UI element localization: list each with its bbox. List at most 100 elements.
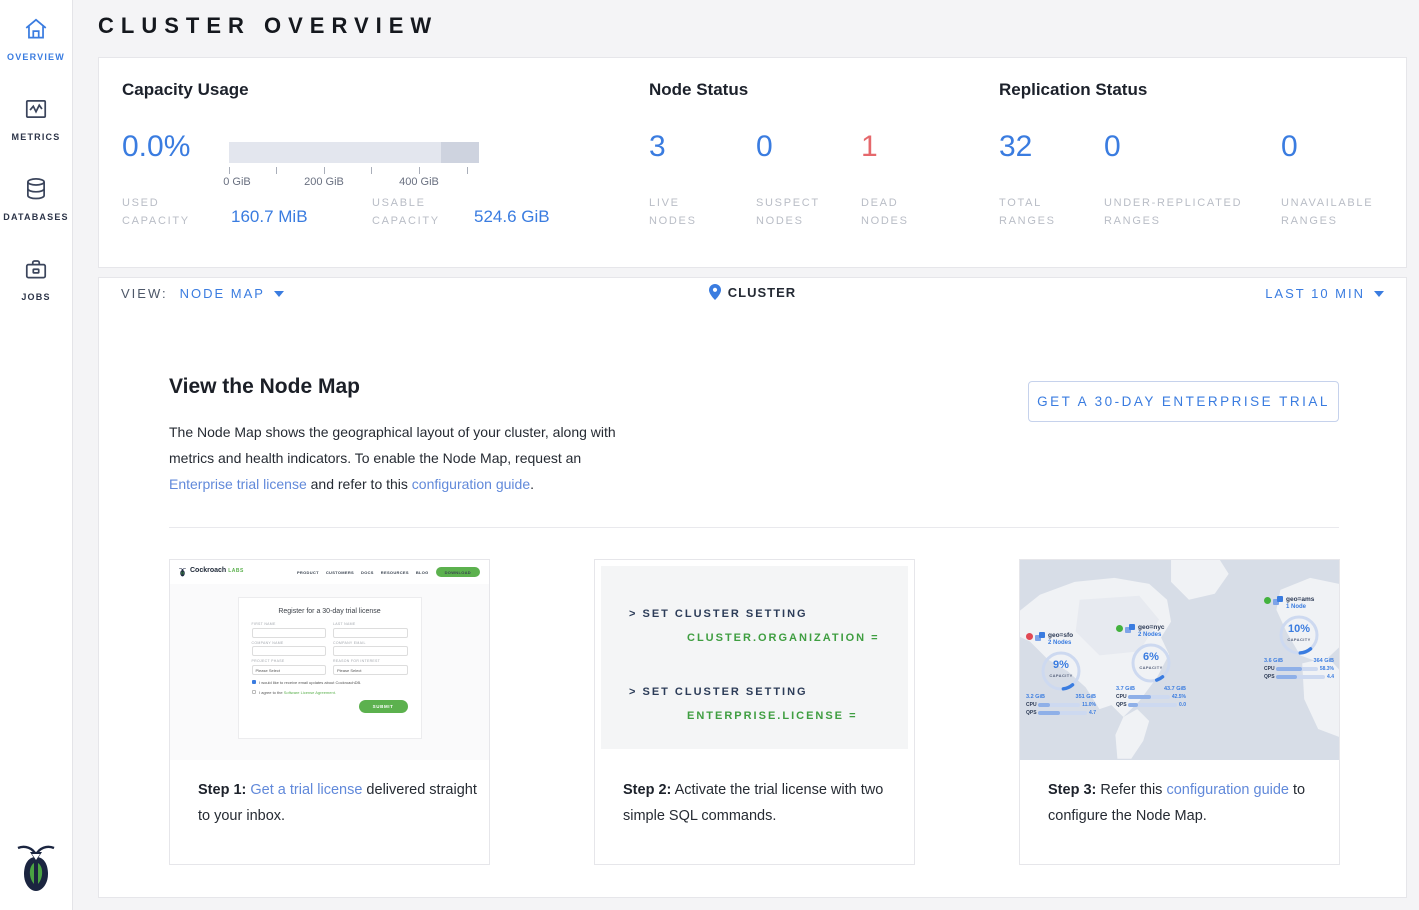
mini-checkbox-checked	[252, 680, 257, 685]
location-pin-icon	[709, 284, 721, 300]
sidebar-item-label: METRICS	[0, 132, 72, 142]
sql-commands-block: > SET CLUSTER SETTING CLUSTER.ORGANIZATI…	[601, 566, 908, 749]
mini-nav-item: CUSTOMERS	[326, 570, 354, 575]
configuration-guide-link[interactable]: configuration guide	[412, 476, 530, 492]
dead-nodes-count: 1	[861, 130, 878, 164]
tick-label: 0 GiB	[213, 176, 261, 188]
mini-nav-item: DOCS	[361, 570, 374, 575]
metrics-chart-icon	[23, 109, 49, 126]
capacity-bar: 0 GiB 200 GiB 400 GiB	[229, 142, 479, 190]
step-1-card: Cockroach LABS PRODUCT CUSTOMERS DOCS RE…	[169, 559, 490, 865]
sidebar-item-jobs[interactable]: JOBS	[0, 256, 72, 302]
mini-input	[333, 628, 408, 638]
section-divider	[169, 527, 1339, 528]
usable-capacity-label: USABLECAPACITY	[372, 194, 440, 230]
step-3-caption: Step 3: Refer this configuration guide t…	[1020, 760, 1339, 829]
mini-input	[252, 646, 327, 656]
status-dot-live-icon	[1116, 625, 1123, 632]
mini-select: Please Select	[333, 665, 408, 675]
tick-label: 200 GiB	[300, 176, 348, 188]
mini-checkbox	[252, 690, 257, 695]
dead-nodes-label: DEADNODES	[861, 194, 909, 230]
mini-input	[252, 628, 327, 638]
cockroach-bug-icon	[179, 567, 186, 577]
mini-nav-item: PRODUCT	[297, 570, 319, 575]
home-icon	[23, 29, 49, 46]
mini-input	[333, 646, 408, 656]
sidebar-item-databases[interactable]: DATABASES	[0, 176, 72, 222]
replication-status-title: Replication Status	[999, 80, 1147, 100]
capacity-used-percent: 0.0%	[122, 130, 190, 164]
enterprise-trial-license-link[interactable]: Enterprise trial license	[169, 476, 307, 492]
mini-trial-form: Register for a 30-day trial license FIRS…	[238, 597, 422, 739]
capacity-bar-track	[229, 142, 479, 163]
sidebar-item-metrics[interactable]: METRICS	[0, 96, 72, 142]
total-ranges-count: 32	[999, 130, 1032, 164]
sidebar: OVERVIEW METRICS DATABASES JOBS	[0, 0, 73, 910]
page-title: CLUSTER OVERVIEW	[98, 13, 438, 39]
mini-submit-button: SUBMIT	[359, 700, 408, 713]
capacity-gauge: 6% CAPACITY	[1129, 641, 1173, 685]
usable-capacity-value: 524.6 GiB	[474, 207, 550, 227]
sql-argument: ENTERPRISE.LICENSE =	[687, 710, 858, 722]
nodes-cube-icon	[1125, 624, 1136, 634]
used-capacity-label: USEDCAPACITY	[122, 194, 190, 230]
mini-site-brand: Cockroach LABS	[179, 567, 244, 577]
node-map-thumbnail: geo=sfo 2 Nodes 9% CAPACITY 3.2 GiB351 G…	[1020, 560, 1339, 760]
sidebar-item-label: JOBS	[0, 292, 72, 302]
locality-nyc: geo=nyc 2 Nodes 6% CAPACITY 3.7 GiB43.7 …	[1116, 624, 1186, 708]
view-bar: VIEW: NODE MAP CLUSTER LAST 10 MIN	[98, 277, 1407, 310]
total-ranges-label: TOTALRANGES	[999, 194, 1056, 230]
status-dot-dead-icon	[1026, 633, 1033, 640]
tick-label: 400 GiB	[395, 176, 443, 188]
enterprise-trial-button[interactable]: GET A 30-DAY ENTERPRISE TRIAL	[1028, 381, 1339, 422]
step-1-caption: Step 1: Get a trial license delivered st…	[170, 760, 489, 829]
capacity-axis-ticks	[229, 166, 479, 175]
unavailable-ranges-count: 0	[1281, 130, 1298, 164]
live-nodes-count: 3	[649, 130, 666, 164]
status-dot-live-icon	[1264, 597, 1271, 604]
suspect-nodes-count: 0	[756, 130, 773, 164]
cluster-summary-panel: Capacity Usage 0.0% 0 GiB 200 GiB 400 Gi…	[98, 57, 1407, 268]
database-icon	[23, 189, 49, 206]
sql-argument: CLUSTER.ORGANIZATION =	[687, 632, 880, 644]
capacity-bar-reserved-segment	[441, 142, 479, 163]
step-2-caption: Step 2: Activate the trial license with …	[595, 760, 914, 829]
get-trial-license-link[interactable]: Get a trial license	[250, 782, 362, 798]
mini-nav-item: RESOURCES	[381, 570, 409, 575]
capacity-gauge: 10% CAPACITY	[1277, 613, 1321, 657]
sql-command: > SET CLUSTER SETTING	[629, 608, 808, 620]
live-nodes-label: LIVENODES	[649, 194, 697, 230]
node-status-title: Node Status	[649, 80, 748, 100]
scope-indicator: CLUSTER	[99, 284, 1406, 303]
mini-select: Please Select	[252, 665, 327, 675]
step-3-card: geo=sfo 2 Nodes 9% CAPACITY 3.2 GiB351 G…	[1019, 559, 1340, 865]
step-2-card: > SET CLUSTER SETTING CLUSTER.ORGANIZATI…	[594, 559, 915, 865]
nodes-cube-icon	[1035, 632, 1046, 642]
sidebar-item-overview[interactable]: OVERVIEW	[0, 16, 72, 62]
sidebar-item-label: OVERVIEW	[0, 52, 72, 62]
node-map-description: The Node Map shows the geographical layo…	[169, 419, 631, 497]
mini-download-button: DOWNLOAD	[436, 567, 480, 577]
locality-ams: geo=ams 1 Node 10% CAPACITY 3.6 GiB364 G…	[1264, 596, 1334, 680]
used-capacity-value: 160.7 MiB	[231, 207, 308, 227]
briefcase-icon	[23, 269, 49, 286]
configuration-guide-link[interactable]: configuration guide	[1166, 782, 1289, 798]
capacity-gauge: 9% CAPACITY	[1039, 649, 1083, 693]
website-thumbnail: Cockroach LABS PRODUCT CUSTOMERS DOCS RE…	[170, 560, 489, 760]
mini-site-nav: Cockroach LABS PRODUCT CUSTOMERS DOCS RE…	[170, 560, 489, 584]
unavailable-ranges-label: UNAVAILABLERANGES	[1281, 194, 1411, 230]
suspect-nodes-label: SUSPECTNODES	[756, 194, 820, 230]
mini-nav-item: BLOG	[416, 570, 429, 575]
node-map-panel: View the Node Map The Node Map shows the…	[98, 309, 1407, 898]
capacity-usage-title: Capacity Usage	[122, 80, 249, 100]
under-replicated-ranges-count: 0	[1104, 130, 1121, 164]
sidebar-item-label: DATABASES	[0, 212, 72, 222]
capacity-axis-labels: 0 GiB 200 GiB 400 GiB	[229, 176, 479, 190]
scope-label: CLUSTER	[728, 285, 796, 300]
nodes-cube-icon	[1273, 596, 1284, 606]
mini-form-title: Register for a 30-day trial license	[252, 608, 408, 615]
node-map-heading: View the Node Map	[169, 375, 360, 399]
locality-sfo: geo=sfo 2 Nodes 9% CAPACITY 3.2 GiB351 G…	[1026, 632, 1096, 716]
sql-command: > SET CLUSTER SETTING	[629, 686, 808, 698]
